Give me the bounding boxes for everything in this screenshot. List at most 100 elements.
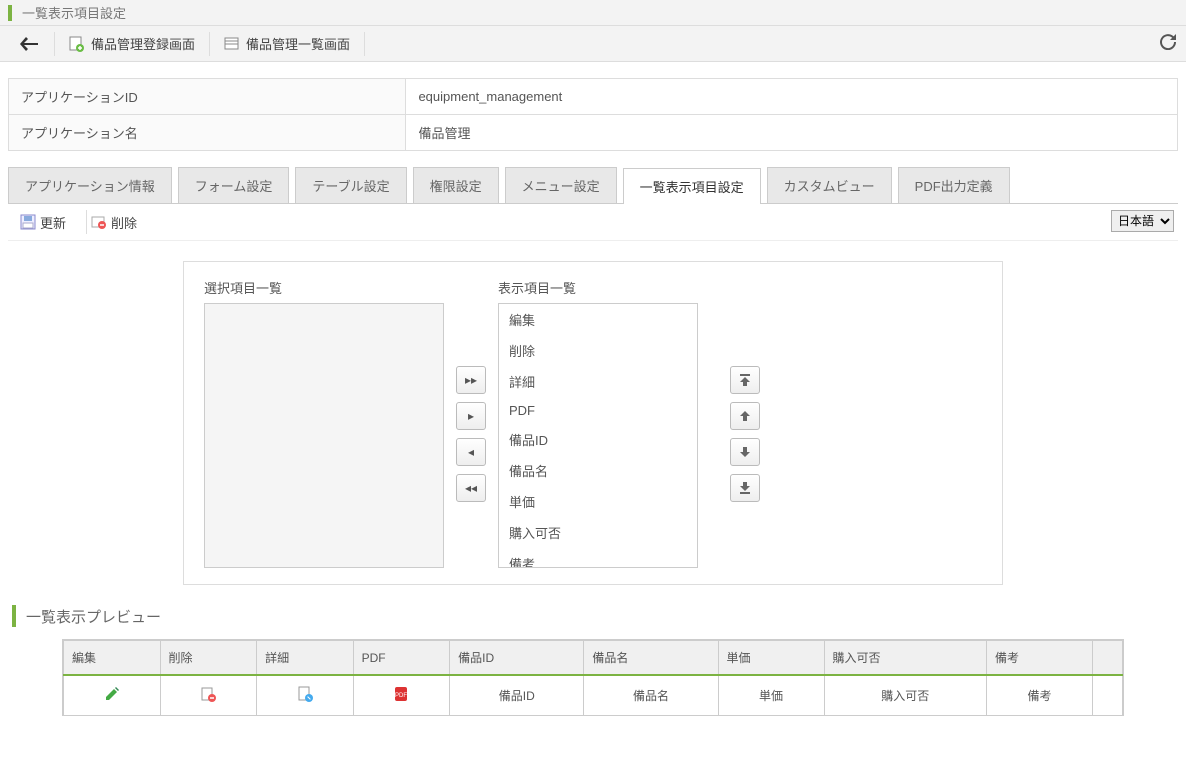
preview-header-cell: 編集 <box>64 641 161 676</box>
tab-6[interactable]: カスタムビュー <box>767 167 892 203</box>
toolbar-item-label: 備品管理登録画面 <box>91 34 195 53</box>
language-select[interactable]: 日本語 <box>1111 210 1174 232</box>
preview-header-spacer <box>1093 641 1123 676</box>
divider <box>364 32 365 56</box>
list-item[interactable]: 削除 <box>499 335 697 366</box>
tabs: アプリケーション情報フォーム設定テーブル設定権限設定メニュー設定一覧表示項目設定… <box>8 167 1178 204</box>
delete-button[interactable]: 削除 <box>91 213 137 232</box>
preview-title: 一覧表示プレビュー <box>26 606 161 627</box>
toolbar: 備品管理登録画面 備品管理一覧画面 <box>0 26 1186 62</box>
app-name-value: 備品管理 <box>406 115 1178 151</box>
move-bottom-icon <box>740 482 750 494</box>
form-add-icon <box>69 36 85 52</box>
divider <box>209 32 210 56</box>
accent-bar <box>12 605 16 627</box>
order-buttons <box>710 278 760 568</box>
update-label: 更新 <box>40 213 66 232</box>
tab-1[interactable]: フォーム設定 <box>178 167 290 203</box>
move-up-button[interactable] <box>730 402 760 430</box>
display-column: 表示項目一覧 編集削除詳細PDF備品ID備品名単価購入可否備考 <box>498 278 698 568</box>
action-bar: 更新 削除 日本語 <box>8 204 1178 241</box>
preview-cell-spacer <box>1093 675 1123 715</box>
list-item[interactable]: 購入可否 <box>499 517 697 548</box>
list-item[interactable]: 備品名 <box>499 455 697 486</box>
divider <box>54 32 55 56</box>
preview-header-cell: 備品ID <box>450 641 584 676</box>
preview-header-cell: 購入可否 <box>824 641 986 676</box>
preview-section: 一覧表示プレビュー 編集削除詳細PDF備品ID備品名単価購入可否備考 PDF備品… <box>12 605 1174 716</box>
app-id-label: アプリケーションID <box>9 79 406 115</box>
reload-icon <box>1160 34 1176 50</box>
page-header: 一覧表示項目設定 <box>0 0 1186 26</box>
preview-cell: 備品名 <box>584 675 718 715</box>
divider <box>86 210 87 234</box>
delete-icon <box>91 214 107 230</box>
row-action[interactable] <box>297 686 313 702</box>
remove-button[interactable]: ◂ <box>456 438 486 466</box>
preview-header-cell: PDF <box>353 641 450 676</box>
toolbar-item-list-screen[interactable]: 備品管理一覧画面 <box>214 34 360 53</box>
save-icon <box>20 214 36 230</box>
row-action[interactable] <box>200 686 216 702</box>
dual-list-panel: 選択項目一覧 ▸▸ ▸ ◂ ◂◂ 表示項目一覧 編集削除詳細PDF備品ID備品名… <box>183 261 1003 585</box>
tab-7[interactable]: PDF出力定義 <box>898 167 1010 203</box>
tab-2[interactable]: テーブル設定 <box>295 167 406 203</box>
row-action[interactable] <box>104 686 120 702</box>
arrow-left-icon <box>20 37 38 51</box>
accent-bar <box>8 5 12 21</box>
app-name-label: アプリケーション名 <box>9 115 406 151</box>
preview-cell <box>257 675 354 715</box>
display-list-label: 表示項目一覧 <box>498 278 698 297</box>
select-list-label: 選択項目一覧 <box>204 278 444 297</box>
preview-table: 編集削除詳細PDF備品ID備品名単価購入可否備考 PDF備品ID備品名単価購入可… <box>63 640 1123 715</box>
list-item[interactable]: 備考 <box>499 548 697 568</box>
move-up-icon <box>740 411 750 421</box>
list-item[interactable]: 単価 <box>499 486 697 517</box>
page-title: 一覧表示項目設定 <box>22 3 126 22</box>
toolbar-item-label: 備品管理一覧画面 <box>246 34 350 53</box>
select-column: 選択項目一覧 <box>204 278 444 568</box>
move-top-button[interactable] <box>730 366 760 394</box>
pdf-icon: PDF <box>393 686 409 702</box>
move-down-button[interactable] <box>730 438 760 466</box>
edit-icon <box>104 686 120 702</box>
reload-button[interactable] <box>1160 34 1176 50</box>
preview-header-cell: 詳細 <box>257 641 354 676</box>
move-top-icon <box>740 374 750 386</box>
list-icon <box>224 36 240 52</box>
list-item[interactable]: 編集 <box>499 304 697 335</box>
select-listbox[interactable] <box>204 303 444 568</box>
preview-cell <box>160 675 257 715</box>
preview-cell: 備考 <box>986 675 1092 715</box>
detail-icon <box>297 686 313 702</box>
preview-cell: PDF <box>353 675 450 715</box>
app-id-value: equipment_management <box>406 79 1178 115</box>
back-button[interactable] <box>8 37 50 51</box>
delete-label: 削除 <box>111 213 137 232</box>
list-item[interactable]: PDF <box>499 397 697 424</box>
preview-cell <box>64 675 161 715</box>
preview-header-cell: 備考 <box>986 641 1092 676</box>
preview-cell: 備品ID <box>450 675 584 715</box>
preview-header-cell: 備品名 <box>584 641 718 676</box>
list-item[interactable]: 備品ID <box>499 424 697 455</box>
toolbar-item-register-screen[interactable]: 備品管理登録画面 <box>59 34 205 53</box>
tab-5[interactable]: 一覧表示項目設定 <box>623 168 761 204</box>
list-item[interactable]: 詳細 <box>499 366 697 397</box>
remove-all-button[interactable]: ◂◂ <box>456 474 486 502</box>
tab-0[interactable]: アプリケーション情報 <box>8 167 172 203</box>
move-bottom-button[interactable] <box>730 474 760 502</box>
move-down-icon <box>740 447 750 457</box>
preview-header-cell: 削除 <box>160 641 257 676</box>
update-button[interactable]: 更新 <box>20 213 66 232</box>
add-all-button[interactable]: ▸▸ <box>456 366 486 394</box>
transfer-buttons: ▸▸ ▸ ◂ ◂◂ <box>456 278 486 568</box>
tab-3[interactable]: 権限設定 <box>413 167 499 203</box>
row-action[interactable]: PDF <box>393 686 409 702</box>
app-info-table: アプリケーションID equipment_management アプリケーション… <box>8 78 1178 151</box>
preview-cell: 単価 <box>718 675 824 715</box>
add-button[interactable]: ▸ <box>456 402 486 430</box>
display-listbox[interactable]: 編集削除詳細PDF備品ID備品名単価購入可否備考 <box>498 303 698 568</box>
tab-4[interactable]: メニュー設定 <box>505 167 617 203</box>
preview-header-cell: 単価 <box>718 641 824 676</box>
